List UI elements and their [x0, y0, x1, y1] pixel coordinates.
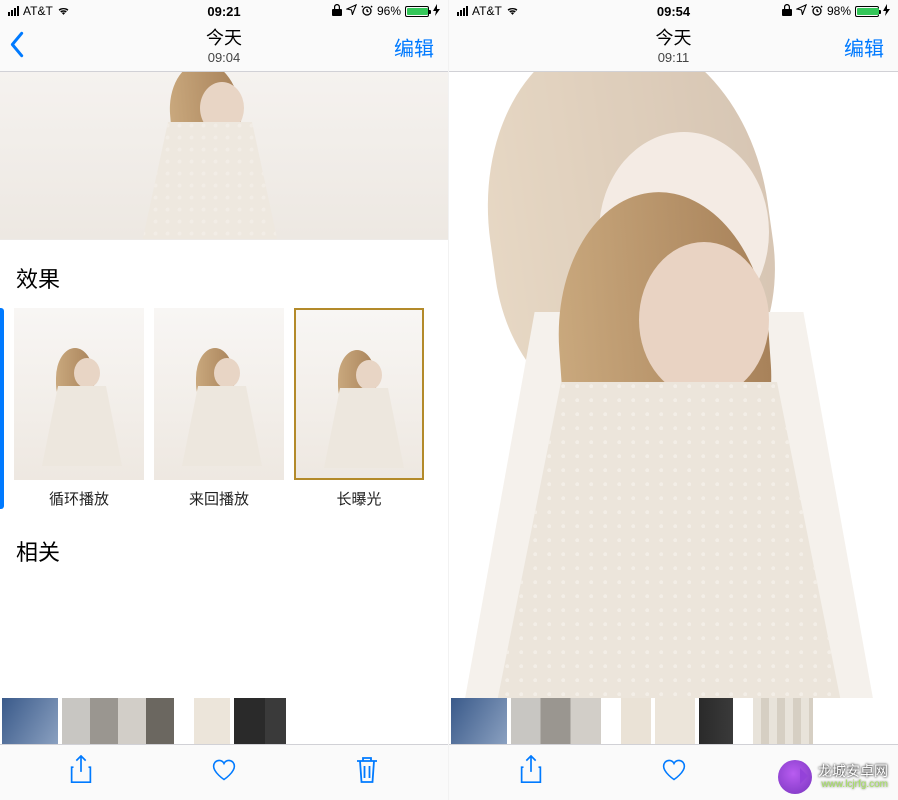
lock-icon: [332, 4, 342, 19]
edit-button[interactable]: 编辑: [394, 32, 434, 61]
bolt-icon: [433, 4, 440, 19]
wifi-icon: [57, 4, 70, 18]
photo-preview[interactable]: [0, 72, 448, 240]
thumbnail-strip[interactable]: [0, 698, 448, 744]
nav-bar: 今天 09:04 编辑: [0, 22, 448, 72]
screen-left: AT&T 09:21 96% 今天 09:04 编辑: [0, 0, 449, 800]
status-time: 09:21: [207, 4, 240, 19]
status-time: 09:54: [657, 4, 690, 19]
effect-label: 来回播放: [154, 488, 284, 509]
effects-row: 循环播放 来回播放 长曝光: [0, 308, 432, 509]
location-icon: [346, 4, 357, 18]
bottom-toolbar: [0, 744, 448, 800]
lock-icon: [782, 4, 792, 19]
alarm-icon: [361, 4, 373, 19]
battery-percent: 96%: [377, 4, 401, 18]
nav-bar: 今天 09:11 编辑: [449, 22, 898, 72]
effect-bounce[interactable]: 来回播放: [154, 308, 284, 509]
wifi-icon: [506, 4, 519, 18]
nav-subtitle: 09:11: [656, 50, 692, 66]
thumbnail-strip[interactable]: [449, 698, 898, 744]
scroll-edge-indicator: [0, 308, 4, 509]
related-header: 相关: [16, 535, 432, 567]
effects-header: 效果: [16, 262, 432, 294]
carrier-label: AT&T: [23, 4, 53, 18]
alarm-icon: [811, 4, 823, 19]
effect-loop[interactable]: 循环播放: [14, 308, 144, 509]
signal-icon: [457, 6, 468, 16]
watermark-title: 龙城安卓网: [818, 763, 888, 780]
photo-preview[interactable]: [449, 72, 898, 698]
favorite-button[interactable]: [211, 755, 237, 790]
effect-long-exposure[interactable]: 长曝光: [294, 308, 424, 509]
share-button[interactable]: [68, 755, 94, 790]
carrier-label: AT&T: [472, 4, 502, 18]
watermark-url: www.lcjrfg.com: [818, 779, 888, 791]
edit-button[interactable]: 编辑: [844, 32, 884, 61]
effect-label: 循环播放: [14, 488, 144, 509]
favorite-button[interactable]: [661, 755, 687, 790]
effect-label: 长曝光: [294, 488, 424, 509]
battery-icon: [405, 6, 429, 17]
battery-icon: [855, 6, 879, 17]
watermark: 龙城安卓网 www.lcjrfg.com: [778, 760, 888, 794]
battery-percent: 98%: [827, 4, 851, 18]
status-bar: AT&T 09:21 96%: [0, 0, 448, 22]
nav-title: 今天: [656, 28, 692, 50]
signal-icon: [8, 6, 19, 16]
nav-subtitle: 09:04: [206, 50, 242, 66]
screen-right: AT&T 09:54 98% 今天 09:11 编辑: [449, 0, 898, 800]
delete-button[interactable]: [354, 755, 380, 790]
nav-title: 今天: [206, 28, 242, 50]
back-button[interactable]: [8, 30, 26, 63]
bolt-icon: [883, 4, 890, 19]
share-button[interactable]: [518, 755, 544, 790]
watermark-logo-icon: [778, 760, 812, 794]
status-bar: AT&T 09:54 98%: [449, 0, 898, 22]
location-icon: [796, 4, 807, 18]
